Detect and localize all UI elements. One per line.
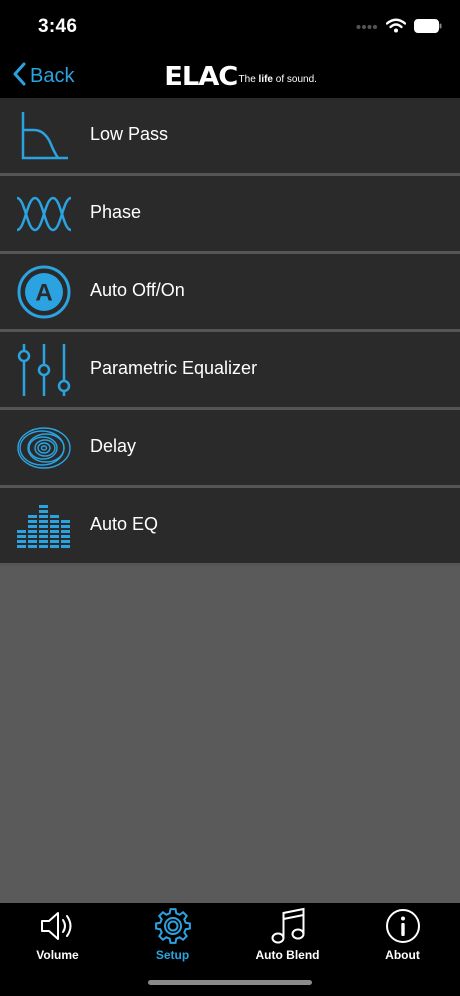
- auto-a-circle-icon: A: [14, 264, 74, 320]
- setup-menu-list: Low Pass Phase A Auto Off/On Parametric …: [0, 98, 460, 566]
- auto-eq-bars-icon: [14, 498, 74, 554]
- delay-ripple-icon: [14, 420, 74, 476]
- menu-item-parametric-equalizer[interactable]: Parametric Equalizer: [0, 332, 460, 410]
- info-icon: [383, 907, 423, 945]
- tab-setup[interactable]: Setup: [115, 907, 230, 967]
- menu-item-delay[interactable]: Delay: [0, 410, 460, 488]
- tab-label: Volume: [36, 948, 79, 962]
- home-indicator: [148, 980, 312, 985]
- svg-text:A: A: [35, 280, 52, 307]
- low-pass-filter-icon: [14, 108, 74, 164]
- menu-item-label: Phase: [90, 202, 142, 222]
- tab-label: About: [385, 948, 420, 962]
- menu-item-label: Delay: [90, 436, 137, 456]
- menu-item-label: Auto Off/On: [90, 280, 185, 300]
- logo-tagline-bold: life: [258, 73, 273, 85]
- tab-volume[interactable]: Volume: [0, 907, 115, 967]
- menu-item-auto-off-on[interactable]: A Auto Off/On: [0, 254, 460, 332]
- status-time: 3:46: [38, 16, 78, 37]
- cellular-signal-icon: [356, 19, 378, 37]
- back-label: Back: [30, 64, 75, 87]
- menu-item-label: Low Pass: [90, 124, 169, 144]
- gear-icon: [153, 907, 193, 945]
- wifi-icon: [385, 18, 407, 38]
- tab-auto-blend[interactable]: Auto Blend: [230, 907, 345, 967]
- speaker-icon: [38, 907, 78, 945]
- battery-icon: [414, 18, 442, 38]
- phase-wave-icon: [14, 186, 74, 242]
- equalizer-sliders-icon: [14, 342, 74, 398]
- menu-item-label: Parametric Equalizer: [90, 358, 258, 378]
- logo-tagline-suffix: of sound.: [273, 73, 317, 85]
- logo-mark: ELAC: [164, 62, 238, 92]
- menu-item-phase[interactable]: Phase: [0, 176, 460, 254]
- chevron-left-icon: [12, 62, 26, 91]
- status-bar: 3:46: [0, 0, 460, 54]
- menu-item-label: Auto EQ: [90, 514, 159, 534]
- status-icons: [356, 18, 442, 38]
- tab-about[interactable]: About: [345, 907, 460, 967]
- tab-label: Auto Blend: [255, 948, 320, 962]
- back-button[interactable]: Back: [12, 59, 74, 93]
- tab-label: Setup: [155, 948, 190, 962]
- logo-tagline-prefix: The: [238, 73, 259, 85]
- logo-tagline: The life of sound.: [239, 74, 317, 85]
- music-note-icon: [268, 907, 308, 945]
- navigation-bar: Back ELAC The life of sound.: [0, 54, 460, 98]
- elac-logo: ELAC The life of sound.: [164, 62, 317, 92]
- menu-item-auto-eq[interactable]: Auto EQ: [0, 488, 460, 566]
- menu-item-low-pass[interactable]: Low Pass: [0, 98, 460, 176]
